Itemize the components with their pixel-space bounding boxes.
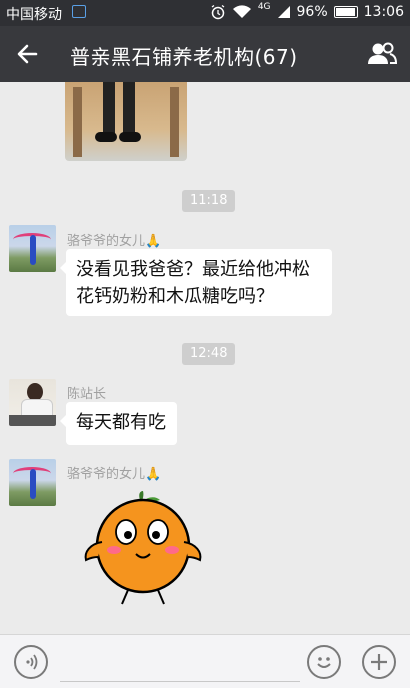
avatar-figure [30, 235, 36, 265]
avatar[interactable] [9, 459, 56, 506]
back-arrow-icon[interactable] [14, 40, 42, 68]
text-message[interactable]: 每天都有吃 [60, 402, 177, 445]
group-members-icon[interactable] [366, 40, 398, 68]
voice-input-button[interactable] [14, 645, 48, 679]
clock: 13:06 [363, 4, 404, 20]
status-bar: 中国移动 4G 96% 13:06 [0, 0, 410, 26]
chat-area[interactable]: 11:18 骆爷爷的女儿🙏 没看见我爸爸？最近给他冲松 花钙奶粉和木瓜糖吃吗？ … [0, 82, 410, 634]
emoji-button[interactable] [307, 645, 341, 679]
photo-shoe [119, 132, 141, 142]
avatar[interactable] [9, 379, 56, 426]
battery-percent: 96% [296, 4, 328, 20]
network-type: 4G [257, 2, 271, 12]
avatar[interactable] [9, 225, 56, 272]
text-message[interactable]: 没看见我爸爸？最近给他冲松 花钙奶粉和木瓜糖吃吗？ [60, 249, 332, 316]
status-right: 4G 96% 13:06 [210, 2, 404, 20]
photo-chair-leg [73, 87, 82, 157]
message-line: 花钙奶粉和木瓜糖吃吗？ [76, 286, 274, 307]
photo-leg [123, 82, 135, 137]
input-bar [0, 634, 410, 688]
emoji-icon [317, 657, 331, 668]
more-options-button[interactable] [362, 645, 396, 679]
sender-name: 骆爷爷的女儿🙏 [67, 467, 162, 482]
timestamp: 11:18 [182, 190, 236, 212]
sender-name: 骆爷爷的女儿🙏 [67, 234, 162, 249]
orange-sticker[interactable] [80, 490, 206, 608]
photo-chair-leg [170, 87, 179, 157]
signal-icon [277, 6, 290, 18]
timestamp: 12:48 [182, 343, 236, 365]
carrier-name: 中国移动 [6, 7, 62, 23]
chat-header: 普亲黑石铺养老机构(67) [0, 26, 410, 82]
sender-name: 陈站长 [67, 387, 107, 402]
avatar-figure [30, 469, 36, 499]
message-text: 每天都有吃 [76, 412, 166, 433]
group-title: 普亲黑石铺养老机构(67) [70, 45, 298, 69]
voice-icon [26, 654, 38, 670]
plus-icon [371, 654, 387, 670]
notification-image-icon [72, 5, 86, 18]
photo-leg [103, 82, 115, 137]
message-input[interactable] [60, 645, 300, 682]
battery-icon [333, 6, 358, 18]
photo-shoe [95, 132, 117, 142]
message-line: 没看见我爸爸？最近给他冲松 [76, 259, 310, 280]
image-message[interactable] [65, 82, 187, 161]
avatar-desk [9, 415, 56, 426]
alarm-icon [211, 4, 225, 20]
wifi-icon [232, 5, 251, 18]
